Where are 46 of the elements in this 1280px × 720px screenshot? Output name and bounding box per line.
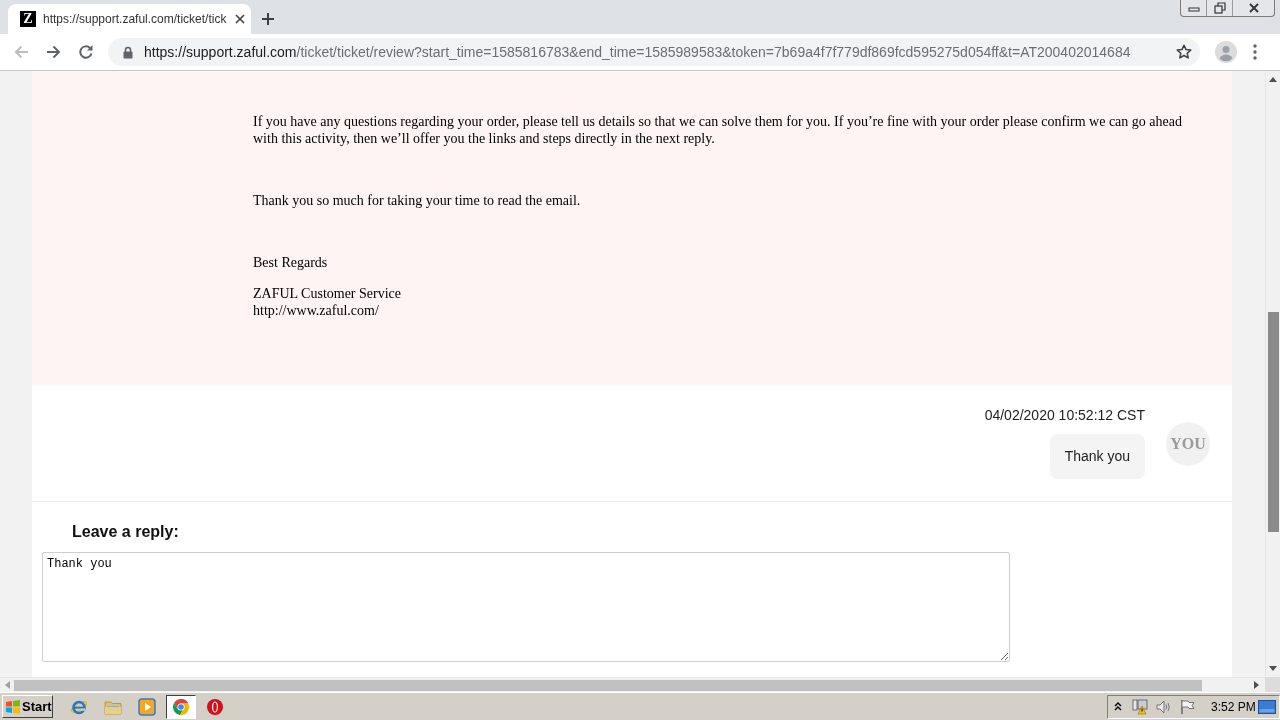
scrollbar-thumb[interactable] [1267,312,1279,532]
site-logo-icon: Z [20,11,36,27]
closing-line: Best Regards [253,254,329,271]
vertical-scrollbar[interactable] [1265,71,1280,677]
user-avatar: YOU [1166,422,1210,466]
close-icon[interactable] [235,14,246,24]
taskbar-app-button[interactable] [166,694,196,719]
plus-icon[interactable] [261,12,276,26]
chevron-up-icon[interactable] [1114,702,1122,711]
scroll-up-icon[interactable] [1269,77,1277,82]
windows-logo-icon [5,698,21,715]
reply-heading: Leave a reply: [72,522,180,542]
reload-icon[interactable] [78,44,94,60]
close-icon [1247,3,1260,13]
network-warning-icon[interactable] [1132,698,1149,715]
play-icon [138,697,156,716]
signature-line: ZAFUL Customer Service [253,285,402,302]
horizontal-scrollbar[interactable] [0,677,1265,692]
star-icon[interactable] [1176,44,1192,60]
restore-icon [1213,2,1226,14]
message-paragraph: Thank you so much for taking your time to read the email. [253,192,582,209]
speaker-icon[interactable] [1155,698,1172,715]
lock-icon [123,45,133,59]
flag-icon[interactable] [1180,698,1196,715]
message-timestamp: 04/02/2020 10:52:12 CST [984,407,1145,423]
scrollbar-corner [1265,677,1280,692]
scroll-right-icon[interactable] [1254,681,1259,689]
browser-logo-icon [172,697,190,716]
clock-time: 3:52 PM [1211,698,1256,716]
start-button[interactable]: Start [2,695,53,718]
signature-line: http://www.zaful.com/ [253,302,380,319]
address-bar[interactable]: https://support.zaful.com/ticket/ticket/review?start_time=1585816783&end_time=1585989583&token=7b69a4f7f779df869fcd595275d054ff&t=AT200402014684 [108,38,1200,66]
avatar-icon[interactable] [1215,41,1237,63]
browser-tab[interactable]: Z https://support.zaful.com/ticket/tick [8,4,252,34]
reply-textarea[interactable]: Thank you [42,552,1010,662]
menu-icon[interactable] [1253,44,1257,60]
monitor-icon[interactable] [1258,699,1276,714]
forward-arrow-icon[interactable] [46,44,62,60]
folder-icon [104,698,122,715]
scrollbar-thumb[interactable] [14,679,1202,691]
minimize-icon [1187,4,1200,12]
scroll-left-icon[interactable] [5,681,10,689]
ring-logo-icon [206,697,224,716]
message-paragraph: If you have any questions regarding your order, please tell us details so that we can solve them for you. If you’re fine with your order please confirm we can go ahead with this activity, then we’ll offer you the links and steps directly in the next reply. [253,113,1183,147]
chat-bubble: Thank you [1049,434,1145,479]
scroll-down-icon[interactable] [1269,666,1277,671]
